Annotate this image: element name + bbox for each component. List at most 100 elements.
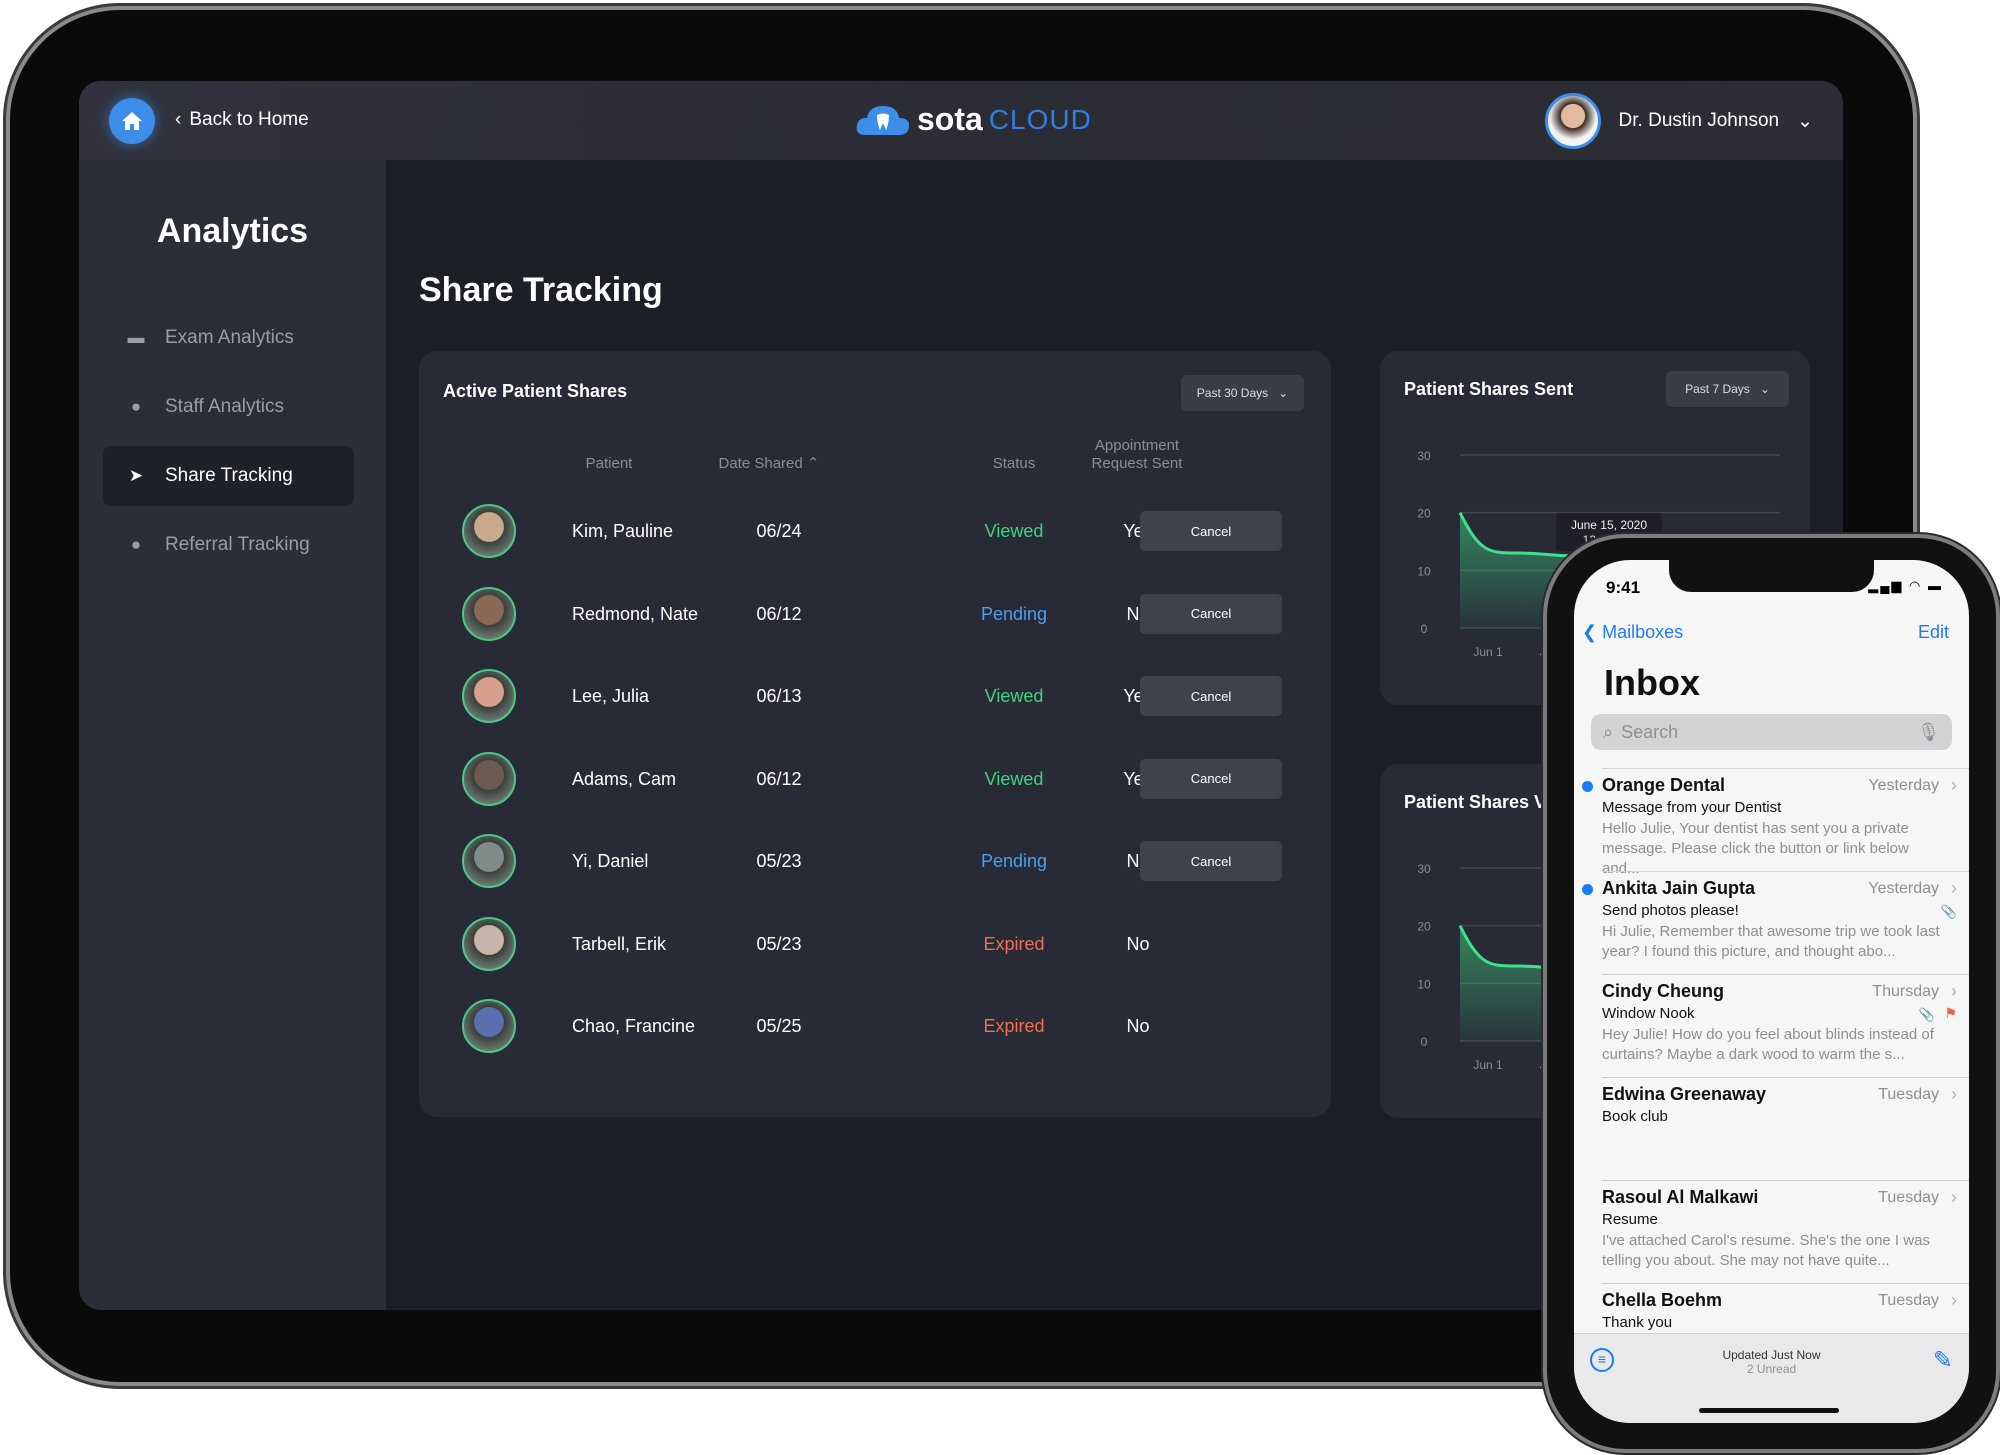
sidebar: Analytics ▬ Exam Analytics ● Staff Analyti… [79, 160, 386, 1310]
status-badge: Viewed [984, 768, 1044, 789]
inbox-title: Inbox [1604, 662, 1700, 703]
user-name: Dr. Dustin Johnson [1618, 110, 1780, 131]
edit-button[interactable]: Edit [1918, 622, 1949, 643]
back-label: Mailboxes [1602, 622, 1684, 642]
cancel-button[interactable]: Cancel [1140, 511, 1282, 551]
chevron-right-icon: › [1951, 981, 1957, 1001]
date-shared: 05/23 [756, 851, 802, 871]
mail-list-item[interactable]: Edwina Greenaway Tuesday › Book club [1574, 1077, 1969, 1181]
mail-date: Tuesday [1878, 1086, 1939, 1103]
search-input[interactable]: ⌕ Search 🎙 [1591, 714, 1952, 750]
mail-list-item[interactable]: Orange Dental Yesterday › Message from y… [1574, 768, 1969, 877]
mail-sender: Chella Boehm [1602, 1290, 1723, 1310]
home-button[interactable] [109, 98, 155, 144]
cancel-button[interactable]: Cancel [1140, 841, 1282, 881]
appointment-sent: No [1126, 933, 1150, 954]
unread-count: 2 Unread [1746, 1362, 1797, 1376]
table-row: Kim, Pauline 06/24 Viewed Yes Cancel [419, 501, 1331, 561]
status-badge: Viewed [984, 521, 1044, 541]
patient-avatar [462, 834, 516, 888]
sort-asc-icon: ⌃ [806, 455, 820, 472]
phone-frame: 9:41 ▂▄▆ ◠ ▬ ❮ Mailboxes Edit Inbox ⌕ Sea… [1547, 538, 1996, 1449]
mailboxes-back-button[interactable]: ❮ Mailboxes [1582, 622, 1683, 643]
mail-sender: Orange Dental [1602, 775, 1726, 795]
sidebar-item-share-tracking[interactable]: ➤ Share Tracking [103, 446, 354, 506]
patient-name: Adams, Cam [572, 768, 677, 789]
chevron-right-icon: › [1951, 1084, 1957, 1104]
mail-preview: Hey Julie! How do you feel about blinds … [1602, 1026, 1934, 1063]
home-indicator [1699, 1408, 1839, 1413]
back-to-home-link[interactable]: ‹ Back to Home [175, 109, 309, 131]
mail-preview: I've attached Carol's resume. She's the … [1602, 1232, 1930, 1269]
card-title: Active Patient Shares [443, 381, 628, 401]
mail-list-item[interactable]: Cindy Cheung Thursday › Window Nook 📎 ⚑ … [1574, 974, 1969, 1078]
patient-avatar [462, 586, 516, 641]
date-shared: 06/13 [756, 686, 802, 706]
column-header-status[interactable]: Status [944, 455, 1084, 473]
mail-date: Thursday [1872, 983, 1939, 1000]
patient-avatar [462, 999, 516, 1053]
paper-plane-icon: ➤ [128, 466, 144, 485]
status-badge: Pending [980, 603, 1048, 624]
user-menu[interactable]: Dr. Dustin Johnson ⌄ [1544, 93, 1813, 149]
column-header-patient[interactable]: Patient [549, 455, 669, 473]
chevron-down-icon: ⌄ [1797, 110, 1813, 132]
logo-subtext: CLOUD [988, 103, 1092, 135]
y-tick-label: 30 [1417, 449, 1431, 463]
update-status: Updated Just Now [1722, 1348, 1821, 1362]
cancel-button[interactable]: Cancel [1140, 758, 1282, 799]
microphone-icon: 🎙 [1917, 721, 1940, 742]
chevron-right-icon: › [1951, 1290, 1957, 1310]
chevron-right-icon: › [1951, 775, 1957, 795]
sidebar-item-referral-tracking[interactable]: ● Referral Tracking [103, 515, 354, 575]
range-dropdown[interactable]: Past 30 Days ⌄ [1181, 375, 1304, 411]
date-shared: 05/23 [756, 933, 802, 954]
sidebar-item-label: Share Tracking [165, 465, 293, 486]
column-label: Date Shared [718, 455, 803, 472]
patient-name: Redmond, Nate [572, 603, 699, 624]
divider [1602, 1283, 1969, 1284]
patient-name: Kim, Pauline [572, 521, 674, 541]
patient-avatar [462, 669, 516, 723]
cancel-button[interactable]: Cancel [1140, 676, 1282, 716]
sidebar-item-staff-analytics[interactable]: ● Staff Analytics [103, 377, 354, 437]
date-shared: 06/24 [756, 521, 802, 541]
attachment-icon: 📎 [1918, 1007, 1935, 1022]
active-shares-card: Active Patient Shares Past 30 Days ⌄ Pati… [419, 351, 1331, 1117]
x-tick-label: Jun 1 [1473, 645, 1503, 659]
y-tick-label: 10 [1417, 564, 1431, 578]
top-header: ‹ Back to Home sota CLOUD Dr. Dustin Johns… [79, 81, 1843, 160]
y-tick-label: 10 [1417, 977, 1431, 991]
bottom-toolbar: ≡ Updated Just Now 2 Unread ✎ [1574, 1333, 1969, 1423]
mail-date: Yesterday [1868, 777, 1939, 794]
tooltip-date: June 15, 2020 [1571, 518, 1647, 532]
unread-dot-icon [1582, 781, 1593, 792]
status-badge: Pending [980, 851, 1048, 871]
compose-icon[interactable]: ✎ [1933, 1346, 1953, 1375]
mail-list-item[interactable]: Rasoul Al Malkawi Tuesday › Resume I've … [1574, 1180, 1969, 1284]
folder-icon: ▬ [127, 328, 145, 347]
divider [1602, 871, 1969, 872]
sidebar-item-exam-analytics[interactable]: ▬ Exam Analytics [103, 308, 354, 368]
status-badge: Expired [983, 1016, 1045, 1036]
sotacloud-logo: sota CLOUD [855, 101, 1092, 138]
cancel-button[interactable]: Cancel [1140, 593, 1282, 634]
column-header-date[interactable]: Date Shared ⌃ [704, 455, 834, 473]
date-shared: 05/25 [756, 1016, 802, 1036]
table-row: Adams, Cam 06/12 Viewed Yes Cancel [419, 749, 1331, 809]
user-avatar [1544, 93, 1601, 149]
person-icon: ● [130, 535, 142, 554]
range-value: Past 30 Days [1196, 386, 1269, 400]
y-tick-label: 0 [1421, 1035, 1428, 1049]
y-tick-label: 20 [1417, 920, 1431, 934]
mail-subject: Send photos please! [1602, 902, 1739, 919]
table-row: Tarbell, Erik 05/23 Expired No [419, 914, 1331, 974]
table-row: Chao, Francine 05/25 Expired No [419, 996, 1331, 1056]
mail-list-item[interactable]: Ankita Jain Gupta Yesterday › Send photo… [1574, 871, 1969, 975]
x-tick-label: Jun 1 [1473, 1058, 1503, 1072]
cloud-tooth-icon [856, 105, 910, 135]
column-header-appointment[interactable]: Appointment Request Sent [1067, 437, 1207, 473]
back-label: Back to Home [189, 109, 309, 130]
divider [1602, 1180, 1969, 1181]
chevron-left-icon: ‹ [175, 109, 182, 130]
